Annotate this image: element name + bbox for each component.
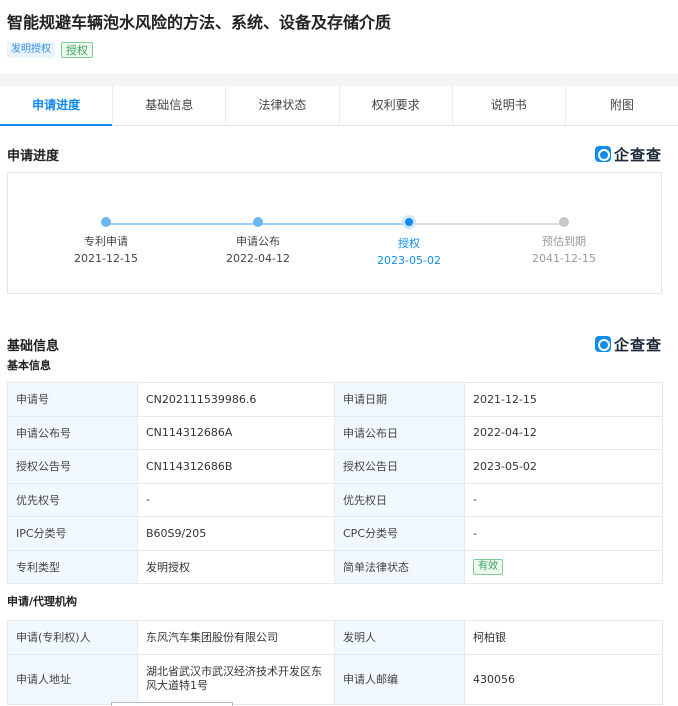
field-value: B60S9/205: [137, 516, 335, 551]
progress-section-head: 申请进度 企查查: [0, 142, 678, 166]
patent-type-tag: 发明授权: [7, 42, 55, 58]
field-label: 优先权号: [7, 482, 138, 517]
table-row: 申请(专利权)人 东风汽车集团股份有限公司 发明人 柯柏银: [7, 620, 663, 655]
progress-timeline: 专利申请 2021-12-15 申请公布 2022-04-12 授权 2023-…: [7, 172, 662, 294]
divider-band: [0, 74, 678, 86]
step-label: 预估到期: [542, 235, 586, 248]
brand-logo[interactable]: 企查查: [594, 334, 662, 355]
legal-status-badge: 有效: [473, 558, 503, 575]
timeline-step-current: 授权 2023-05-02: [354, 215, 464, 268]
table-row: 授权公告号 CN114312686B 授权公告日 2023-05-02: [7, 449, 663, 484]
tab-progress[interactable]: 申请进度: [0, 86, 114, 126]
field-value: -: [464, 482, 663, 517]
field-value: 柯柏银: [464, 620, 663, 655]
step-dot-current-icon: [402, 215, 416, 229]
field-value: 430056: [464, 653, 663, 705]
basic-info-subtitle: 基本信息: [7, 359, 51, 372]
step-label: 申请公布: [236, 235, 280, 248]
agency-table: 申请(专利权)人 东风汽车集团股份有限公司 发明人 柯柏银 申请人地址 湖北省武…: [7, 620, 663, 705]
qcc-logo-icon: [594, 146, 611, 162]
field-label: 发明人: [334, 620, 465, 655]
status-tag: 授权: [61, 42, 93, 58]
basic-info-table: 申请号 CN202111539986.6 申请日期 2021-12-15 申请公…: [7, 382, 663, 584]
field-label: 申请人邮编: [334, 653, 465, 705]
field-label: 申请人地址: [7, 653, 138, 705]
field-label: CPC分类号: [334, 516, 465, 551]
step-dot-icon: [101, 217, 111, 227]
field-label: 授权公告号: [7, 449, 138, 484]
step-date: 2021-12-15: [74, 252, 138, 265]
field-value: 2022-04-12: [464, 415, 663, 450]
field-value: CN202111539986.6: [137, 382, 335, 417]
table-row: 优先权号 - 优先权日 -: [7, 482, 663, 517]
qcc-logo-icon: [594, 336, 611, 352]
step-label: 授权: [398, 237, 420, 250]
field-value: -: [137, 482, 335, 517]
table-row: 申请人地址 湖北省武汉市武汉经济技术开发区东风大道特1号 申请人邮编 43005…: [7, 653, 663, 705]
step-date: 2022-04-12: [226, 252, 290, 265]
step-date: 2023-05-02: [377, 254, 441, 267]
table-row: IPC分类号 B60S9/205 CPC分类号 -: [7, 516, 663, 551]
tab-description[interactable]: 说明书: [453, 86, 566, 125]
field-label: 授权公告日: [334, 449, 465, 484]
applicant-link[interactable]: 东风汽车集团股份有限公司: [137, 620, 335, 655]
step-label: 专利申请: [84, 235, 128, 248]
field-label: 简单法律状态: [334, 549, 465, 584]
brand-name: 企查查: [613, 145, 662, 164]
header: 智能规避车辆泡水风险的方法、系统、设备及存储介质 发明授权 授权: [0, 0, 678, 74]
field-value: CN114312686B: [137, 449, 335, 484]
floating-toolbar[interactable]: [111, 702, 233, 706]
timeline-step: 专利申请 2021-12-15: [51, 217, 161, 266]
brand-logo[interactable]: 企查查: [594, 144, 662, 165]
field-label: 申请(专利权)人: [7, 620, 138, 655]
tab-legal-status[interactable]: 法律状态: [226, 86, 340, 125]
step-date: 2041-12-15: [532, 252, 596, 265]
table-row: 申请号 CN202111539986.6 申请日期 2021-12-15: [7, 382, 663, 417]
brand-name: 企查查: [613, 335, 662, 354]
field-label: 申请号: [7, 382, 138, 417]
field-label: 申请公布日: [334, 415, 465, 450]
basic-section-head: 基础信息 企查查: [0, 332, 678, 356]
tag-list: 发明授权 授权: [7, 42, 671, 58]
field-value: CN114312686A: [137, 415, 335, 450]
table-row: 申请公布号 CN114312686A 申请公布日 2022-04-12: [7, 415, 663, 450]
field-value: 有效: [464, 549, 663, 584]
field-label: 优先权日: [334, 482, 465, 517]
field-label: IPC分类号: [7, 516, 138, 551]
step-dot-icon: [253, 217, 263, 227]
agency-subtitle: 申请/代理机构: [7, 595, 78, 608]
field-value: 2021-12-15: [464, 382, 663, 417]
field-label: 申请公布号: [7, 415, 138, 450]
field-value: -: [464, 516, 663, 551]
progress-section-title: 申请进度: [7, 148, 60, 164]
tab-drawings[interactable]: 附图: [566, 86, 678, 125]
tab-claims[interactable]: 权利要求: [340, 86, 453, 125]
step-dot-future-icon: [559, 217, 569, 227]
table-row: 专利类型 发明授权 简单法律状态 有效: [7, 549, 663, 584]
page-title: 智能规避车辆泡水风险的方法、系统、设备及存储介质: [7, 13, 392, 32]
field-value: 发明授权: [137, 549, 335, 584]
timeline-step-future: 预估到期 2041-12-15: [509, 217, 619, 266]
timeline-step: 申请公布 2022-04-12: [203, 217, 313, 266]
field-value: 2023-05-02: [464, 449, 663, 484]
field-label: 申请日期: [334, 382, 465, 417]
field-label: 专利类型: [7, 549, 138, 584]
field-value: 湖北省武汉市武汉经济技术开发区东风大道特1号: [137, 653, 335, 705]
tab-bar: 申请进度 基础信息 法律状态 权利要求 说明书 附图: [0, 86, 678, 126]
basic-section-title: 基础信息: [7, 338, 60, 354]
tab-basic-info[interactable]: 基础信息: [113, 86, 227, 125]
